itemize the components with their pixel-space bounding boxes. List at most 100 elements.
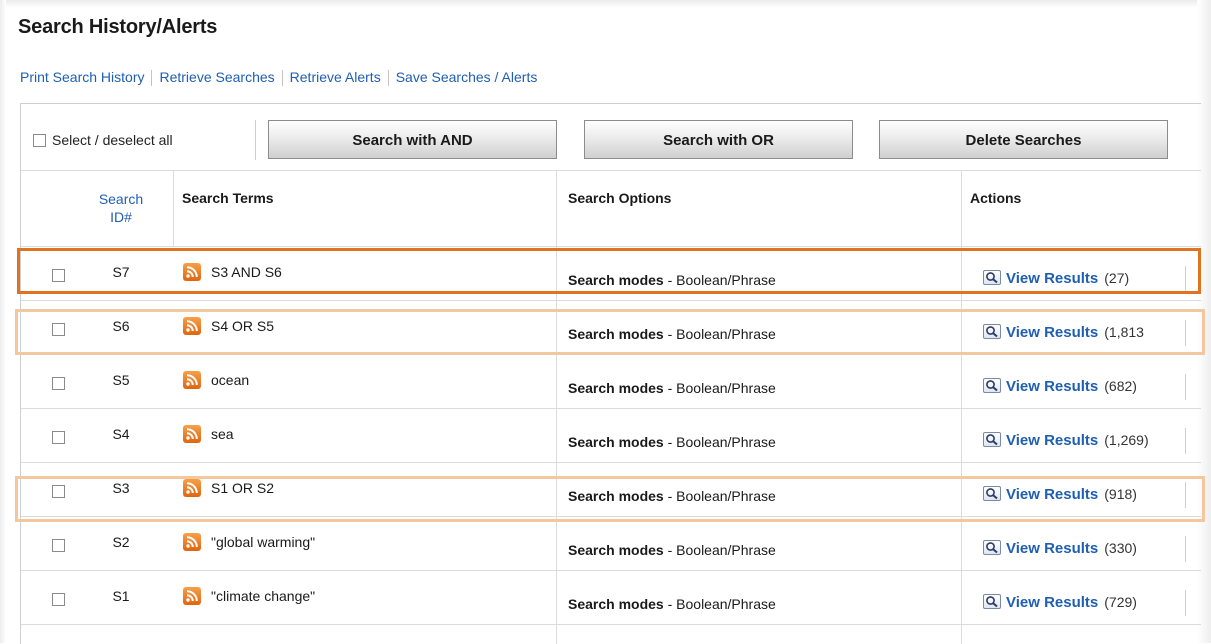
result-count: (330) xyxy=(1104,540,1137,556)
link-separator xyxy=(387,70,389,87)
view-results-link[interactable]: View Results xyxy=(1006,432,1098,449)
search-id: S6 xyxy=(112,318,130,334)
search-modes-label: Search modes xyxy=(568,488,664,504)
result-count: (729) xyxy=(1104,594,1137,610)
search-term: sea xyxy=(211,426,234,442)
search-options: Search modes - Boolean/Phrase xyxy=(568,596,776,612)
actions-column-header: Actions xyxy=(970,190,1022,206)
view-results-action[interactable]: View Results (27) xyxy=(983,270,1129,287)
view-results-action[interactable]: View Results (1,269) xyxy=(983,432,1149,449)
save-searches-alerts-link[interactable]: Save Searches / Alerts xyxy=(396,69,538,85)
search-modes-value: - Boolean/Phrase xyxy=(667,488,776,504)
view-results-link[interactable]: View Results xyxy=(1006,594,1098,611)
search-modes-label: Search modes xyxy=(568,542,664,558)
select-all[interactable]: Select / deselect all xyxy=(33,132,173,148)
view-results-action[interactable]: View Results (330) xyxy=(983,540,1137,557)
search-term: S4 OR S5 xyxy=(211,318,275,334)
row-checkbox[interactable] xyxy=(52,593,65,606)
link-separator xyxy=(281,70,283,87)
search-options: Search modes - Boolean/Phrase xyxy=(568,434,776,450)
print-search-history-link[interactable]: Print Search History xyxy=(20,69,144,85)
view-results-link[interactable]: View Results xyxy=(1006,378,1098,395)
rss-icon[interactable] xyxy=(183,479,201,497)
view-results-action[interactable]: View Results (1,813 xyxy=(983,324,1144,341)
search-id: S7 xyxy=(112,264,130,280)
magnifier-icon[interactable] xyxy=(983,486,1001,501)
search-options: Search modes - Boolean/Phrase xyxy=(568,488,776,504)
result-count: (27) xyxy=(1104,270,1130,286)
search-id: S4 xyxy=(112,426,130,442)
action-divider xyxy=(1185,536,1186,562)
search-modes-label: Search modes xyxy=(568,434,664,450)
search-term: S1 OR S2 xyxy=(211,480,275,496)
view-results-action[interactable]: View Results (729) xyxy=(983,594,1137,611)
search-modes-value: - Boolean/Phrase xyxy=(667,596,776,612)
search-term: "climate change" xyxy=(211,588,316,604)
rss-icon[interactable] xyxy=(183,425,201,443)
magnifier-icon[interactable] xyxy=(983,594,1001,609)
table-row: S3 S1 OR S2 Search modes - Boolean/Phrase V… xyxy=(21,462,1201,516)
row-checkbox[interactable] xyxy=(52,377,65,390)
search-options: Search modes - Boolean/Phrase xyxy=(568,326,776,342)
table-row: S6 S4 OR S5 Search modes - Boolean/Phrase V… xyxy=(21,300,1201,354)
magnifier-icon[interactable] xyxy=(983,540,1001,555)
magnifier-icon[interactable] xyxy=(983,432,1001,447)
search-id: S3 xyxy=(112,480,130,496)
rss-icon[interactable] xyxy=(183,317,201,335)
search-term: ocean xyxy=(211,372,250,388)
search-with-or-button[interactable]: Search with OR xyxy=(584,120,853,159)
row-border xyxy=(21,624,1201,625)
magnifier-icon[interactable] xyxy=(983,270,1001,285)
action-divider xyxy=(1185,482,1186,508)
rss-icon[interactable] xyxy=(183,263,201,281)
view-results-link[interactable]: View Results xyxy=(1006,324,1098,341)
delete-searches-button[interactable]: Delete Searches xyxy=(879,120,1168,159)
search-modes-value: - Boolean/Phrase xyxy=(667,434,776,450)
view-results-link[interactable]: View Results xyxy=(1006,270,1098,287)
row-checkbox[interactable] xyxy=(52,269,65,282)
page-title: Search History/Alerts xyxy=(18,16,218,38)
search-id: S5 xyxy=(112,372,130,388)
search-modes-value: - Boolean/Phrase xyxy=(667,380,776,396)
search-id-column-header[interactable]: Search ID# xyxy=(95,190,147,226)
result-count: (1,269) xyxy=(1104,432,1149,448)
search-options: Search modes - Boolean/Phrase xyxy=(568,272,776,288)
view-results-link[interactable]: View Results xyxy=(1006,486,1098,503)
search-modes-label: Search modes xyxy=(568,596,664,612)
search-id: S2 xyxy=(112,534,130,550)
column-divider xyxy=(173,170,174,246)
action-divider xyxy=(1185,428,1186,454)
row-checkbox[interactable] xyxy=(52,485,65,498)
rss-icon[interactable] xyxy=(183,371,201,389)
rss-icon[interactable] xyxy=(183,533,201,551)
search-options-column-header: Search Options xyxy=(568,190,672,206)
search-modes-label: Search modes xyxy=(568,326,664,342)
row-checkbox[interactable] xyxy=(52,539,65,552)
top-shade xyxy=(0,0,1211,8)
toolbar-divider xyxy=(255,120,256,160)
search-with-and-button[interactable]: Search with AND xyxy=(268,120,557,159)
row-checkbox[interactable] xyxy=(52,323,65,336)
magnifier-icon[interactable] xyxy=(983,324,1001,339)
select-all-checkbox[interactable] xyxy=(33,133,46,147)
view-results-action[interactable]: View Results (918) xyxy=(983,486,1137,503)
retrieve-alerts-link[interactable]: Retrieve Alerts xyxy=(290,69,381,85)
result-count: (1,813 xyxy=(1104,324,1144,340)
search-modes-value: - Boolean/Phrase xyxy=(667,542,776,558)
action-divider xyxy=(1185,590,1186,616)
view-results-action[interactable]: View Results (682) xyxy=(983,378,1137,395)
view-results-link[interactable]: View Results xyxy=(1006,540,1098,557)
search-modes-label: Search modes xyxy=(568,272,664,288)
retrieve-searches-link[interactable]: Retrieve Searches xyxy=(159,69,274,85)
table-row: S4 sea Search modes - Boolean/Phrase View R… xyxy=(21,408,1201,462)
action-divider xyxy=(1185,320,1186,346)
search-options: Search modes - Boolean/Phrase xyxy=(568,542,776,558)
row-checkbox[interactable] xyxy=(52,431,65,444)
table-row: S5 ocean Search modes - Boolean/Phrase View… xyxy=(21,354,1201,408)
table-row: S2 "global warming" Search modes - Boolean… xyxy=(21,516,1201,570)
link-separator xyxy=(151,70,153,87)
magnifier-icon[interactable] xyxy=(983,378,1001,393)
search-modes-label: Search modes xyxy=(568,380,664,396)
toolbar-bottom-border xyxy=(21,170,1201,171)
rss-icon[interactable] xyxy=(183,587,201,605)
